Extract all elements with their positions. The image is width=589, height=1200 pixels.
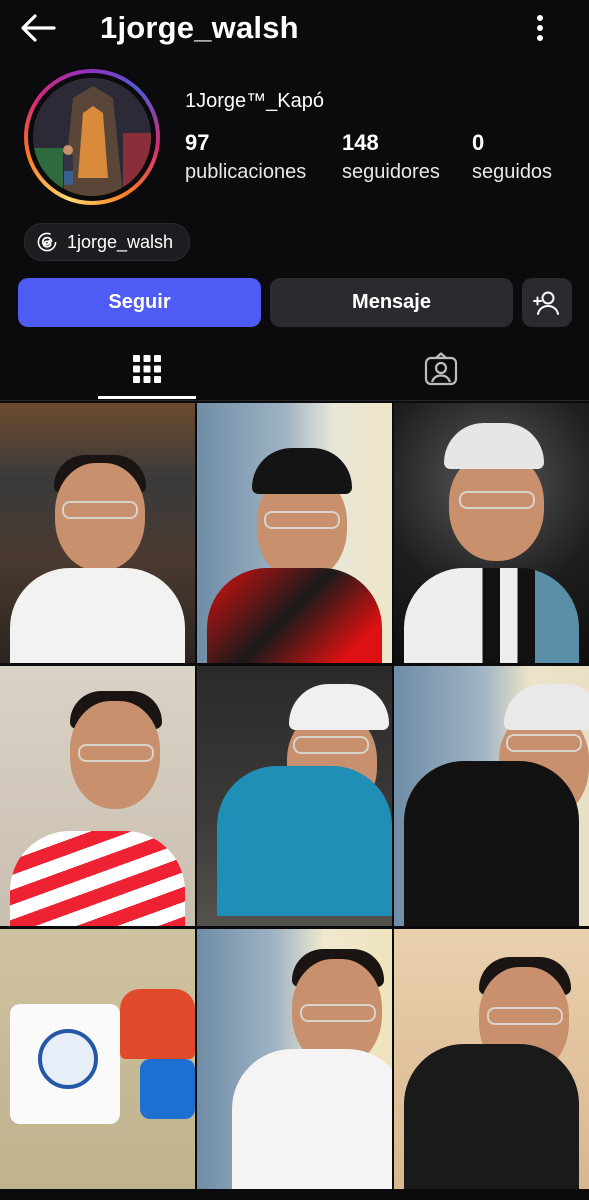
profile-tabs	[0, 340, 589, 400]
back-button[interactable]	[16, 8, 60, 48]
stat-followers-value: 148	[342, 130, 379, 155]
tab-tagged[interactable]	[392, 340, 490, 398]
stat-posts-label: publicaciones	[185, 161, 307, 183]
suggest-users-button[interactable]	[522, 278, 572, 327]
stat-following[interactable]: 0 seguidos	[472, 128, 552, 186]
threads-icon	[37, 232, 57, 252]
grid-icon	[133, 355, 161, 383]
post-thumbnail[interactable]	[0, 666, 195, 926]
stat-posts-value: 97	[185, 130, 210, 155]
stat-following-label: seguidos	[472, 161, 553, 183]
stat-following-value: 0	[472, 130, 485, 155]
message-button[interactable]: Mensaje	[270, 278, 513, 327]
active-tab-indicator	[98, 396, 196, 399]
stat-followers-label: seguidores	[342, 161, 440, 183]
post-thumbnail[interactable]	[394, 929, 589, 1189]
display-name: 1Jorge™_Kapó	[185, 90, 324, 112]
add-person-icon	[533, 291, 559, 315]
more-options-button[interactable]	[520, 8, 560, 48]
post-thumbnail[interactable]	[0, 929, 195, 1189]
stat-posts[interactable]: 97 publicaciones	[185, 128, 306, 186]
post-thumbnail[interactable]	[197, 929, 392, 1189]
more-vertical-icon	[537, 15, 543, 41]
posts-grid	[0, 403, 589, 1189]
follow-button[interactable]: Seguir	[18, 278, 261, 327]
top-bar: 1jorge_walsh	[0, 0, 589, 56]
post-thumbnail[interactable]	[197, 403, 392, 663]
threads-link[interactable]: 1jorge_walsh	[24, 223, 191, 261]
post-thumbnail[interactable]	[394, 403, 589, 663]
back-arrow-icon	[21, 14, 56, 42]
tagged-icon	[424, 352, 458, 386]
post-thumbnail[interactable]	[394, 666, 589, 926]
threads-handle: 1jorge_walsh	[67, 231, 174, 252]
tabs-divider	[0, 400, 589, 401]
stat-followers[interactable]: 148 seguidores	[342, 128, 440, 186]
post-thumbnail[interactable]	[0, 403, 195, 663]
tab-posts-grid[interactable]	[98, 340, 196, 398]
story-ring[interactable]	[24, 69, 160, 205]
page-title: 1jorge_walsh	[100, 10, 299, 45]
avatar	[33, 78, 151, 196]
post-thumbnail[interactable]	[197, 666, 392, 926]
